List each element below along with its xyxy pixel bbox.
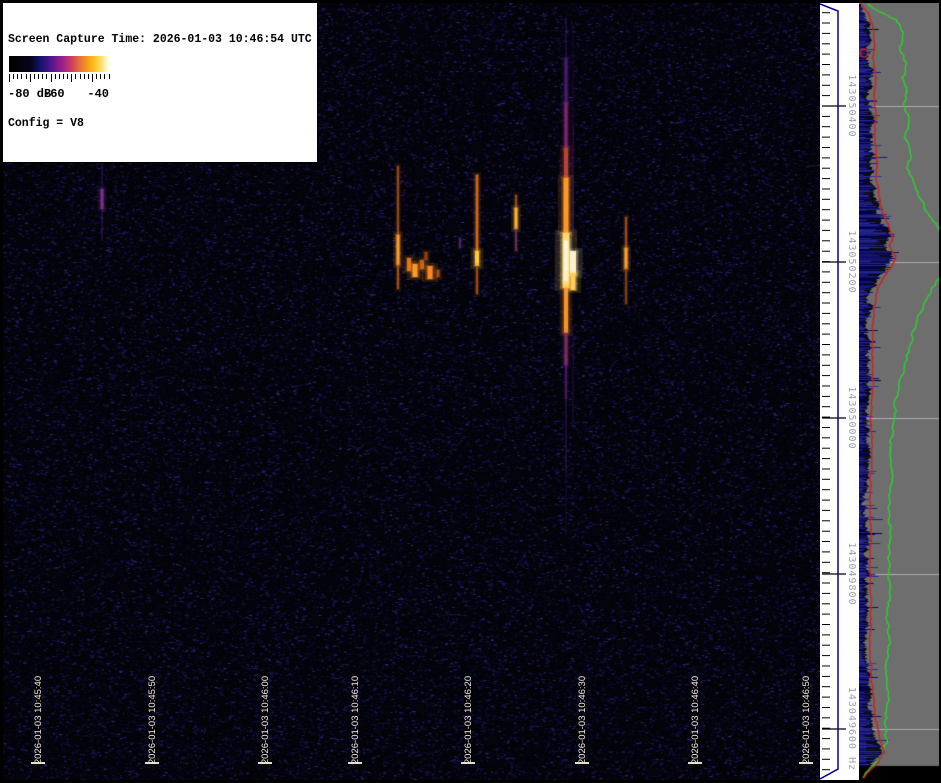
colorbar-tick (100, 74, 102, 79)
config-text: Config = V8 (8, 117, 84, 130)
colorbar-tick (17, 74, 19, 79)
time-axis-label: 2026-01-03 10:46:30 (577, 675, 588, 765)
time-axis-tick (799, 762, 813, 764)
spectrum-panel-canvas (859, 3, 939, 780)
colorbar-tick (13, 74, 15, 79)
colorbar-tick (29, 74, 31, 82)
colorbar-tick (71, 74, 73, 82)
colorbar-tick (108, 74, 110, 79)
colorbar-tick (62, 74, 64, 79)
colorbar-tick (79, 74, 81, 79)
colorbar-tick (21, 74, 23, 79)
freq-axis-label: 143050400 (846, 74, 857, 138)
time-axis-tick (145, 762, 159, 764)
capture-time-text: Screen Capture Time: 2026-01-03 10:46:54… (8, 33, 312, 46)
time-axis-tick (31, 762, 45, 764)
colorbar-tick (67, 74, 69, 79)
freq-axis-label: 143050000 (846, 386, 857, 450)
colorbar-tick (9, 74, 10, 82)
time-axis-tick (575, 762, 589, 764)
colorbar-label-max: -40 (87, 87, 109, 101)
colorbar-tick (50, 74, 52, 82)
spectrogram-display: 143050400 143050200 143050000 143049800 1430… (0, 0, 941, 783)
time-axis-label: 2026-01-03 10:46:20 (463, 675, 474, 765)
colorbar: -80 dB -60 -40 (7, 54, 112, 104)
time-axis-label: 2026-01-03 10:46:40 (690, 675, 701, 765)
colorbar-tick (96, 74, 98, 79)
colorbar-tick (46, 74, 48, 79)
freq-axis-label: 143050200 (846, 230, 857, 294)
freq-axis-label: 143049600 Hz (846, 686, 857, 772)
colorbar-label-mid: -60 (43, 87, 65, 101)
freq-axis-label: 143049800 (846, 542, 857, 606)
time-axis-tick (688, 762, 702, 764)
colorbar-tick (92, 74, 93, 82)
colorbar-tick (104, 74, 106, 79)
colorbar-tick (54, 74, 56, 79)
colorbar-gradient (9, 56, 110, 72)
colorbar-tick (25, 74, 27, 79)
colorbar-tick (75, 74, 77, 79)
colorbar-tick (58, 74, 60, 79)
time-axis-label: 2026-01-03 10:45:40 (33, 675, 44, 765)
colorbar-tick (42, 74, 44, 79)
time-axis-label: 2026-01-03 10:46:00 (260, 675, 271, 765)
time-axis-tick (258, 762, 272, 764)
colorbar-tick (87, 74, 89, 79)
time-axis-tick (348, 762, 362, 764)
time-axis-tick (461, 762, 475, 764)
time-axis-label: 2026-01-03 10:45:50 (147, 675, 158, 765)
colorbar-tick (38, 74, 40, 79)
colorbar-tick (33, 74, 35, 79)
time-axis-label: 2026-01-03 10:46:10 (350, 675, 361, 765)
colorbar-labels: -80 dB -60 -40 (7, 87, 112, 102)
colorbar-tick (83, 74, 85, 79)
time-axis-label: 2026-01-03 10:46:50 (801, 675, 812, 765)
